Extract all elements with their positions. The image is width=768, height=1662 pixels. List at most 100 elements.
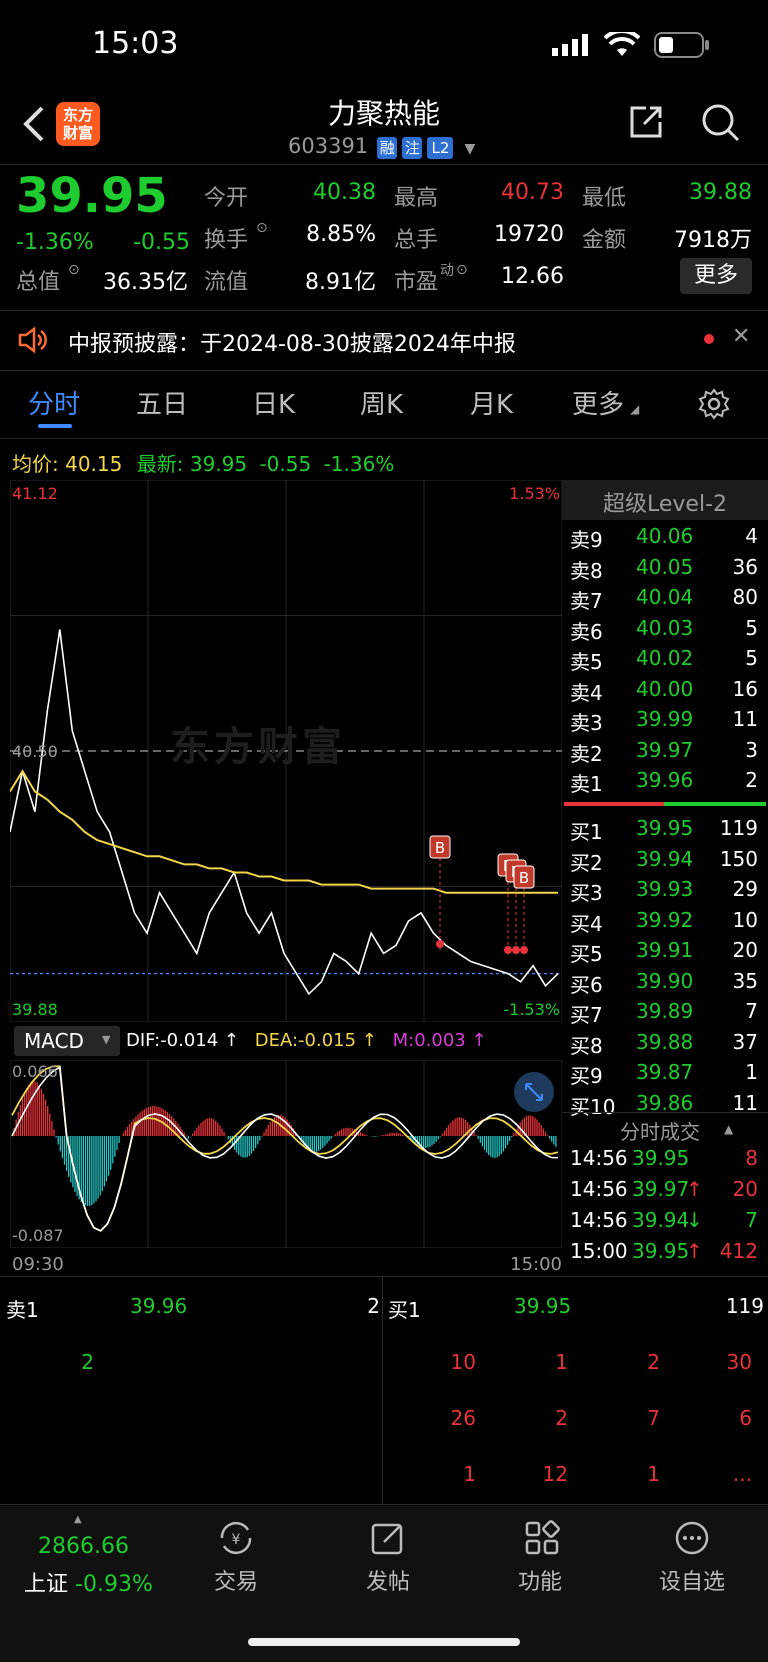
macd-selector[interactable]: MACD ▼ xyxy=(14,1026,120,1056)
value-low: 39.88 xyxy=(689,180,752,205)
search-icon[interactable] xyxy=(700,102,742,148)
bid-price: 39.94 xyxy=(636,846,694,871)
macd-chart[interactable] xyxy=(10,1060,562,1248)
queue-bid-order: 10 xyxy=(450,1350,476,1374)
ask-volume: 5 xyxy=(745,646,758,670)
expand-icon[interactable] xyxy=(514,1072,554,1112)
tab-daily-k[interactable]: 日K xyxy=(252,384,295,421)
bid-volume: 35 xyxy=(732,968,758,993)
pe-dynamic-sup: 动 xyxy=(440,263,454,279)
queue-bid-order: 6 xyxy=(739,1406,752,1430)
ask-volume: 11 xyxy=(732,707,758,731)
watermark: 东方财富 xyxy=(170,724,346,770)
nav-function[interactable]: 功能 xyxy=(480,1564,600,1596)
bid-volume: 119 xyxy=(719,816,758,840)
ask-volume: 3 xyxy=(745,737,758,762)
bid-label: 买5 xyxy=(570,942,603,966)
back-icon[interactable] xyxy=(22,104,46,148)
queue-bid-order: 12 xyxy=(542,1462,568,1486)
queue-ask-order: 2 xyxy=(81,1350,94,1374)
bid-price: 39.92 xyxy=(636,907,694,932)
svg-text:¥: ¥ xyxy=(232,1532,241,1548)
bid-row[interactable]: 买3 39.93 29 xyxy=(562,877,762,907)
bid-label: 买9 xyxy=(570,1064,603,1088)
index-name: 上证 xyxy=(24,1572,69,1597)
stock-code: 603391 xyxy=(288,134,369,158)
ask-row[interactable]: 卖3 39.99 11 xyxy=(562,707,762,737)
y-high-label: 41.12 xyxy=(12,484,58,503)
pct-low-label: -1.53% xyxy=(503,1000,560,1019)
chevron-up-icon: ▲ xyxy=(724,1122,734,1136)
tab-intraday[interactable]: 分时 xyxy=(28,384,80,421)
avg-price-line xyxy=(10,769,558,894)
info-icon[interactable]: ⊙ xyxy=(456,262,468,278)
bid-volume: 1 xyxy=(745,1060,758,1084)
ask-row[interactable]: 卖1 39.96 2 xyxy=(562,768,762,798)
tab-weekly-k[interactable]: 周K xyxy=(360,384,403,421)
ask-label: 卖3 xyxy=(570,711,603,735)
nav-add-watchlist[interactable]: 设自选 xyxy=(632,1564,752,1596)
ask-row[interactable]: 卖7 40.04 80 xyxy=(562,585,762,615)
bid-row[interactable]: 买1 39.95 119 xyxy=(562,816,762,846)
bid-row[interactable]: 买8 39.88 37 xyxy=(562,1030,762,1060)
bid-price: 39.93 xyxy=(636,877,694,901)
latest-label: 最新: xyxy=(136,452,184,476)
ratio-bar-ask xyxy=(564,802,664,806)
value-market-cap: 36.35亿 xyxy=(103,270,188,295)
trade-icon[interactable]: ¥ xyxy=(216,1520,256,1560)
ask-row[interactable]: 卖9 40.06 4 xyxy=(562,524,762,554)
tick-volume: 20 xyxy=(732,1177,758,1201)
ask-row[interactable]: 卖5 40.02 5 xyxy=(562,646,762,676)
badge-registered: 注 xyxy=(402,137,423,159)
post-icon[interactable] xyxy=(370,1520,406,1560)
queue-bid-order: 30 xyxy=(726,1350,752,1374)
index-value[interactable]: 2866.66 xyxy=(38,1534,129,1559)
tick-row[interactable]: 14:56 39.97 ↑ 20 xyxy=(562,1177,762,1207)
notice-text[interactable]: 中报预披露：于2024-08-30披露2024年中报 xyxy=(68,326,516,358)
share-icon[interactable] xyxy=(626,102,666,146)
tick-row[interactable]: 15:00 39.95 ↑ 412 xyxy=(562,1239,762,1269)
tick-row[interactable]: 14:56 39.94 ↓ 7 xyxy=(562,1208,762,1238)
tab-monthly-k[interactable]: 月K xyxy=(470,384,513,421)
bid-row[interactable]: 买9 39.87 1 xyxy=(562,1060,762,1090)
label-high: 最高 xyxy=(394,186,439,211)
close-icon[interactable]: ✕ xyxy=(732,324,750,349)
ask-price: 39.96 xyxy=(636,768,694,792)
bid-label: 买3 xyxy=(570,881,603,905)
gear-icon[interactable] xyxy=(698,388,730,424)
bid-label: 买2 xyxy=(570,850,603,875)
more-button[interactable]: 更多 xyxy=(680,258,752,294)
tab-5day[interactable]: 五日 xyxy=(136,384,188,421)
add-watchlist-icon[interactable] xyxy=(674,1520,710,1560)
ask-row[interactable]: 卖6 40.03 5 xyxy=(562,616,762,646)
nav-post[interactable]: 发帖 xyxy=(328,1564,448,1596)
tick-row[interactable]: 14:56 39.95 8 xyxy=(562,1146,762,1176)
bid-row[interactable]: 买4 39.92 10 xyxy=(562,908,762,938)
queue-bid-price: 39.95 xyxy=(514,1294,572,1318)
stock-code-row[interactable]: 603391 融 注 L2 ▼ xyxy=(288,134,475,162)
info-icon[interactable]: ⊙ xyxy=(68,262,80,278)
index-row[interactable]: 上证 -0.93% xyxy=(24,1566,153,1598)
pct-high-label: 1.53% xyxy=(509,484,560,503)
bid-row[interactable]: 买7 39.89 7 xyxy=(562,999,762,1029)
avg-price-row: 均价: 40.15 最新: 39.95 -0.55 -1.36% xyxy=(12,448,394,477)
info-icon[interactable]: ⊙ xyxy=(256,220,268,236)
nav-trade[interactable]: 交易 xyxy=(176,1564,296,1596)
ask-row[interactable]: 卖2 39.97 3 xyxy=(562,738,762,768)
bid-row[interactable]: 买5 39.91 20 xyxy=(562,938,762,968)
index-pct: -0.93% xyxy=(75,1572,153,1597)
ask-row[interactable]: 卖4 40.00 16 xyxy=(562,677,762,707)
tab-more[interactable]: 更多 xyxy=(572,384,624,421)
ask-price: 39.97 xyxy=(636,737,694,762)
orderbook-header[interactable]: 超级Level-2 xyxy=(562,480,768,520)
tick-direction: ↑ xyxy=(686,1239,703,1263)
ask-label: 卖9 xyxy=(570,528,603,552)
bid-row[interactable]: 买6 39.90 35 xyxy=(562,969,762,999)
tick-price: 39.97 xyxy=(632,1177,690,1201)
bid-row[interactable]: 买2 39.94 150 xyxy=(562,847,762,877)
queue-bid-vol: 119 xyxy=(725,1294,764,1318)
trade-mark-b: B xyxy=(513,865,535,889)
ask-row[interactable]: 卖8 40.05 36 xyxy=(562,555,762,585)
function-icon[interactable] xyxy=(524,1520,560,1560)
ticks-title[interactable]: 分时成交 xyxy=(620,1116,700,1145)
